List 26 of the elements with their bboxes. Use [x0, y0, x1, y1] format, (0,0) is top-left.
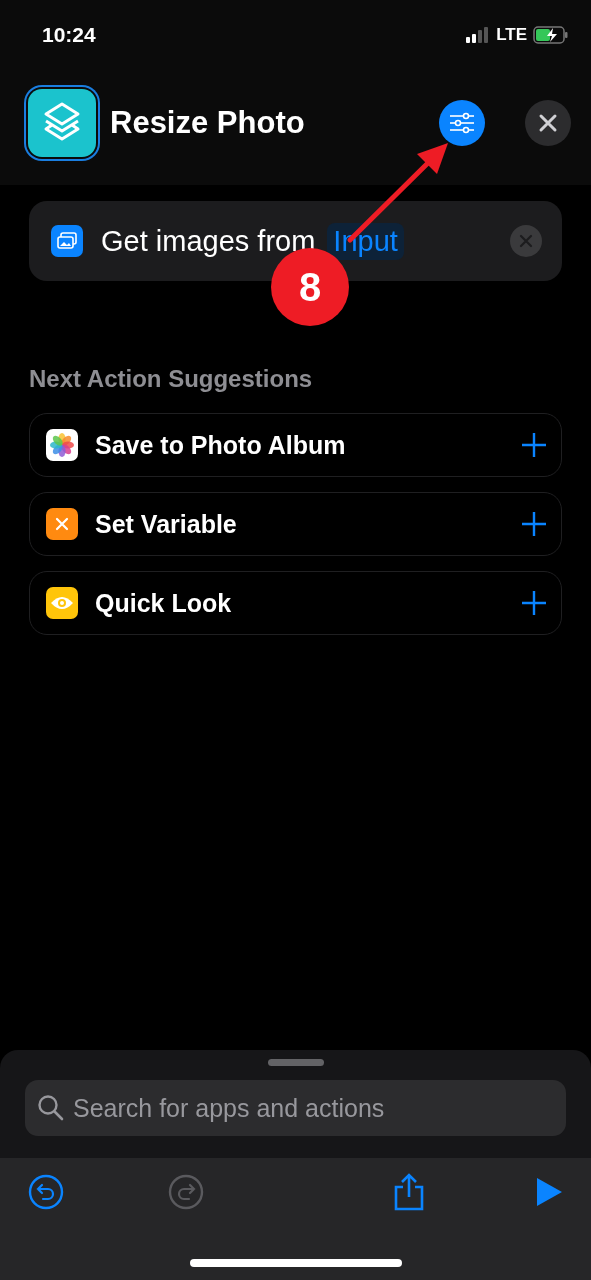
variable-icon: [46, 508, 78, 540]
photos-icon: [46, 429, 78, 461]
search-field[interactable]: Search for apps and actions: [25, 1080, 566, 1136]
close-button[interactable]: [525, 99, 571, 146]
undo-button[interactable]: [26, 1172, 66, 1212]
status-time: 10:24: [42, 23, 96, 47]
close-icon: [519, 234, 533, 248]
eye-icon: [46, 587, 78, 619]
suggestion-row[interactable]: Set Variable: [29, 492, 562, 556]
signal-icon: [466, 27, 491, 43]
sliders-icon: [449, 111, 475, 134]
add-icon[interactable]: [521, 432, 547, 458]
variable-token[interactable]: Input: [327, 222, 404, 260]
search-icon: [37, 1094, 65, 1122]
images-icon: [51, 225, 83, 257]
sheet-grabber[interactable]: [267, 1059, 324, 1066]
settings-button[interactable]: [439, 99, 485, 146]
suggestion-row[interactable]: Save to Photo Album: [29, 413, 562, 477]
add-icon[interactable]: [521, 590, 547, 616]
close-icon: [538, 112, 558, 133]
section-title: Next Action Suggestions: [29, 365, 314, 393]
add-icon[interactable]: [521, 511, 547, 537]
shortcut-title: Resize Photo: [110, 104, 306, 141]
battery-icon: [533, 26, 569, 44]
suggestion-row[interactable]: Quick Look: [29, 571, 562, 635]
network-label: LTE: [496, 25, 527, 45]
